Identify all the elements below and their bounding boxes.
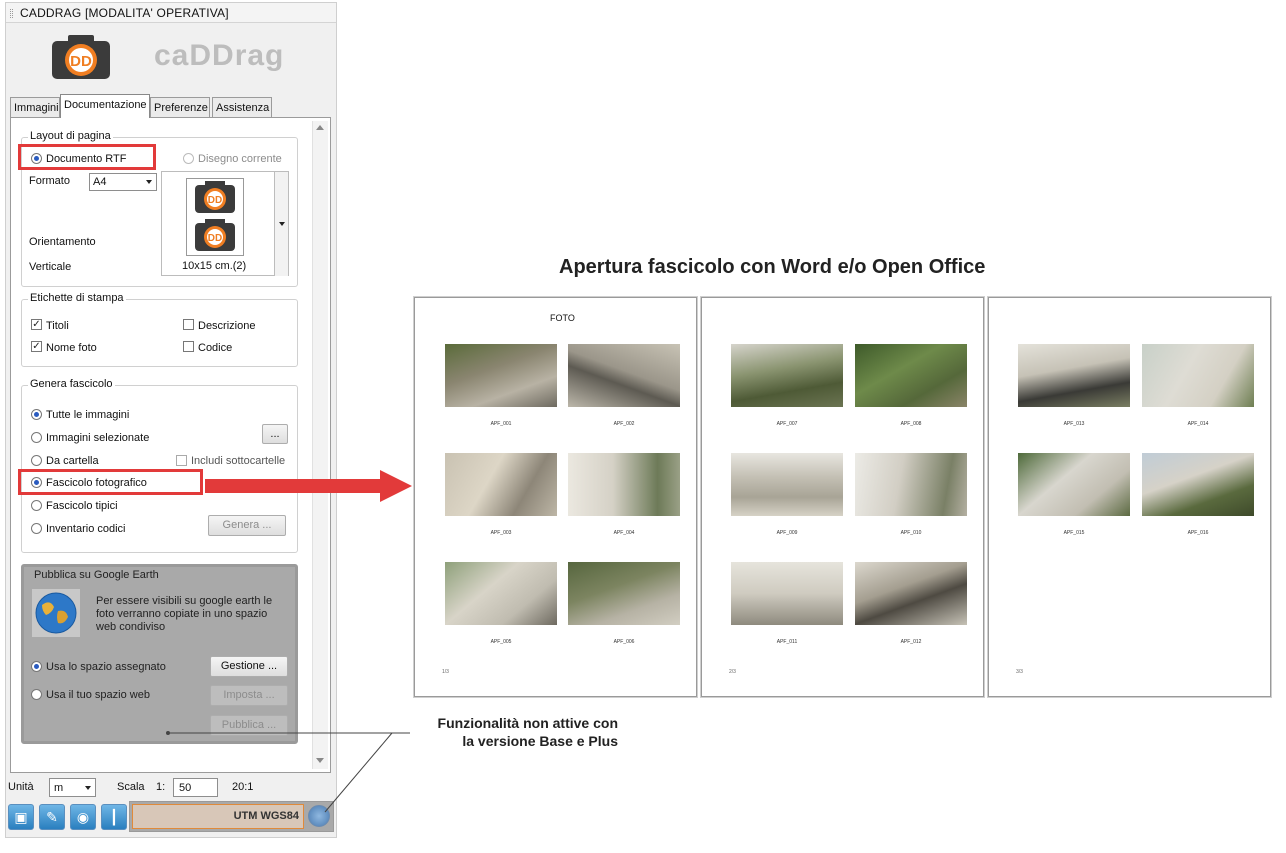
photo-label: APF_010 — [900, 530, 922, 536]
preview-heading: Apertura fascicolo con Word e/o Open Off… — [559, 256, 986, 278]
photo-label: APF_006 — [613, 639, 635, 645]
photo-label: APF_009 — [776, 530, 798, 536]
photo-label: APF_013 — [1063, 421, 1085, 427]
page-number: 2/3 — [729, 669, 736, 675]
photo-thumb — [445, 344, 557, 407]
photo-thumb — [731, 562, 843, 625]
tab-documentazione[interactable]: Documentazione — [60, 94, 150, 118]
photo-label: APF_004 — [613, 530, 635, 536]
document-page-1: FOTO APF_001 APF_002 APF_003 APF_004 APF… — [414, 297, 697, 697]
photo-label: APF_014 — [1187, 421, 1209, 427]
photo-label: APF_016 — [1187, 530, 1209, 536]
document-page-3: APF_013 APF_014 APF_015 APF_016 3/3 — [988, 297, 1271, 697]
page-title: FOTO — [550, 313, 575, 323]
red-arrow-icon — [205, 470, 412, 502]
annotation-line-2: la versione Base e Plus — [462, 733, 618, 749]
photo-thumb — [1018, 344, 1130, 407]
photo-thumb — [855, 453, 967, 516]
photo-label: APF_002 — [613, 421, 635, 427]
annotation-note: Funzionalità non attive con la versione … — [400, 714, 618, 750]
photo-thumb — [1018, 453, 1130, 516]
photo-label: APF_005 — [490, 639, 512, 645]
photo-label: APF_001 — [490, 421, 512, 427]
annotation-line-1: Funzionalità non attive con — [437, 715, 618, 731]
photo-thumb — [1142, 453, 1254, 516]
photo-thumb — [568, 453, 680, 516]
photo-thumb — [445, 453, 557, 516]
photo-label: APF_007 — [776, 421, 798, 427]
photo-label: APF_015 — [1063, 530, 1085, 536]
photo-thumb — [1142, 344, 1254, 407]
photo-thumb — [731, 453, 843, 516]
photo-thumb — [445, 562, 557, 625]
photo-label: APF_011 — [776, 639, 798, 645]
page-number: 3/3 — [1016, 669, 1023, 675]
photo-thumb — [568, 344, 680, 407]
photo-label: APF_008 — [900, 421, 922, 427]
photo-label: APF_003 — [490, 530, 512, 536]
photo-thumb — [568, 562, 680, 625]
photo-thumb — [731, 344, 843, 407]
photo-thumb — [855, 344, 967, 407]
page-number: 1/3 — [442, 669, 449, 675]
photo-thumb — [855, 562, 967, 625]
document-page-2: APF_007 APF_008 APF_009 APF_010 APF_011 … — [701, 297, 984, 697]
photo-label: APF_012 — [900, 639, 922, 645]
